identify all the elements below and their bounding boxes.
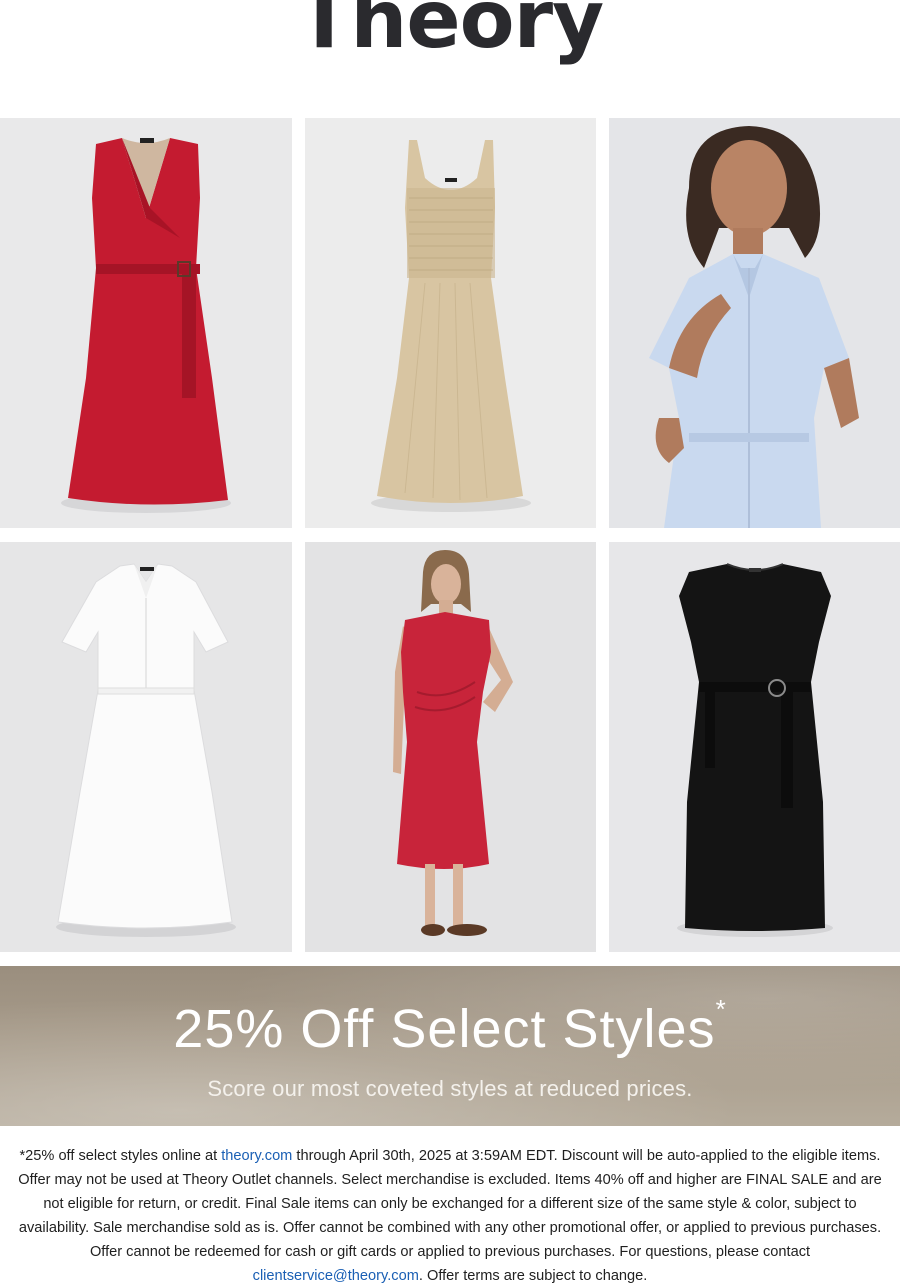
theory-logo[interactable]: Theory	[297, 0, 604, 60]
promo-subline: Score our most coveted styles at reduced…	[207, 1076, 693, 1101]
promo-banner[interactable]: 25% Off Select Styles* Score our most co…	[0, 966, 900, 1126]
beige-knit-dress-illustration	[305, 118, 596, 528]
product-image-beige-knit-dress[interactable]	[305, 118, 596, 528]
black-shift-dress-illustration	[609, 542, 900, 952]
red-wrap-dress-illustration	[0, 118, 292, 528]
promo-asterisk: *	[715, 994, 727, 1024]
product-image-blue-shirt-dress-model[interactable]	[609, 118, 900, 528]
product-image-white-shirt-dress[interactable]	[0, 542, 292, 952]
red-midi-dress-model-illustration	[305, 542, 596, 952]
product-image-red-midi-dress-model[interactable]	[305, 542, 596, 952]
blue-shirt-dress-model-illustration	[609, 118, 900, 528]
theory-site-link[interactable]: theory.com	[221, 1148, 292, 1164]
product-image-red-wrap-dress[interactable]	[0, 118, 292, 528]
disclaimer-text-3: . Offer terms are subject to change.	[418, 1268, 648, 1284]
offer-disclaimer: *25% off select styles online at theory.…	[14, 1144, 886, 1288]
white-shirt-dress-illustration	[0, 542, 292, 952]
header: Theory	[0, 0, 900, 80]
disclaimer-text-1: *25% off select styles online at	[19, 1148, 222, 1164]
disclaimer-text-2: through April 30th, 2025 at 3:59AM EDT. …	[18, 1148, 882, 1260]
product-image-black-shift-dress[interactable]	[609, 542, 900, 952]
client-service-email-link[interactable]: clientservice@theory.com	[253, 1268, 419, 1284]
promo-headline-text: 25% Off Select Styles	[173, 999, 716, 1059]
promo-headline: 25% Off Select Styles*	[0, 996, 900, 1059]
